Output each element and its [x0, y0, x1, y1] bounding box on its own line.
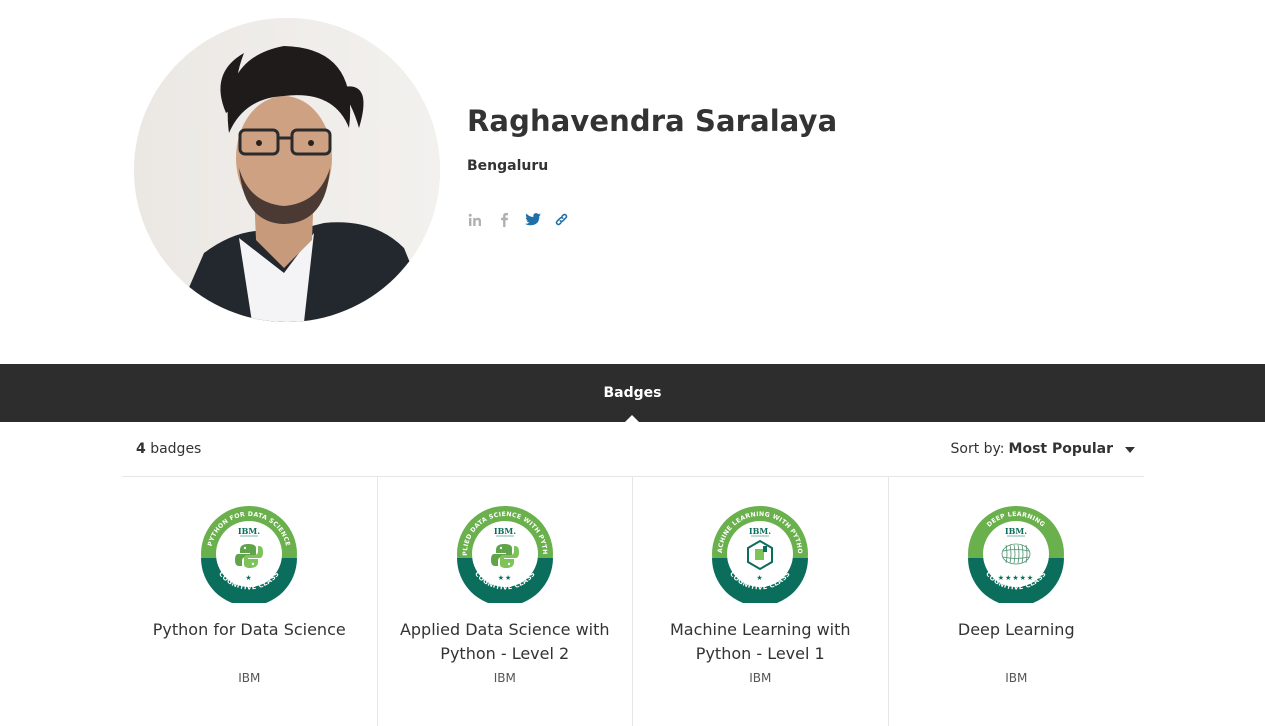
- badge-title[interactable]: Python for Data Science: [132, 618, 367, 642]
- badge-card[interactable]: DEEP LEARNING COGNITIVE CLASS IBM. ★★★★★ De…: [889, 477, 1145, 726]
- sort-label: Sort by:: [950, 441, 1005, 457]
- sort-value: Most Popular: [1008, 441, 1113, 457]
- badge-image: PYTHON FOR DATA SCIENCE COGNITIVE CLASS IB…: [200, 505, 298, 603]
- svg-text:★★: ★★: [497, 574, 512, 582]
- badge-image: APPLIED DATA SCIENCE WITH PYTHONCOGNITIV…: [456, 505, 554, 603]
- linkedin-icon[interactable]: [465, 210, 484, 229]
- profile-location: Bengaluru: [467, 158, 549, 174]
- svg-text:IBM.: IBM.: [494, 526, 516, 536]
- badge-count-number: 4: [136, 441, 146, 457]
- link-icon[interactable]: [552, 210, 571, 229]
- profile-photo: [134, 18, 440, 322]
- python-logo-icon: APPLIED DATA SCIENCE WITH PYTHONCOGNITIV…: [456, 505, 553, 603]
- badge-card[interactable]: APPLIED DATA SCIENCE WITH PYTHONCOGNITIV…: [378, 477, 633, 726]
- sort-dropdown[interactable]: Sort by: Most Popular: [950, 441, 1135, 457]
- badge-issuer: IBM: [749, 671, 772, 685]
- badge-title[interactable]: Deep Learning: [899, 618, 1135, 642]
- badge-issuer: IBM: [238, 671, 261, 685]
- svg-text:IBM.: IBM.: [1005, 526, 1027, 536]
- badge-issuer: IBM: [1005, 671, 1028, 685]
- avatar: [134, 18, 440, 322]
- ml-cube-icon: MACHINE LEARNING WITH PYTHONCOGNITIVE CL…: [711, 505, 809, 603]
- badge-count: 4 badges: [136, 441, 201, 457]
- svg-text:★★★★★: ★★★★★: [998, 574, 1034, 582]
- profile-name: Raghavendra Saralaya: [467, 104, 838, 138]
- badge-list-header: 4 badges Sort by: Most Popular: [0, 422, 1265, 478]
- python-logo-icon: PYTHON FOR DATA SCIENCECOGNITIVE CLASSIB…: [201, 506, 298, 603]
- tab-badges[interactable]: Badges: [0, 364, 1265, 422]
- badge-grid: PYTHON FOR DATA SCIENCE COGNITIVE CLASS IB…: [122, 477, 1144, 726]
- social-links: [465, 210, 571, 229]
- tab-bar: Badges: [0, 364, 1265, 423]
- badge-count-label: badges: [150, 441, 202, 457]
- badge-title[interactable]: Machine Learning with Python - Level 1: [643, 618, 878, 666]
- twitter-icon[interactable]: [523, 210, 542, 229]
- badge-issuer: IBM: [493, 671, 516, 685]
- svg-text:IBM.: IBM.: [749, 526, 771, 536]
- profile-header: Raghavendra Saralaya Bengaluru: [0, 0, 1265, 364]
- badge-card[interactable]: PYTHON FOR DATA SCIENCE COGNITIVE CLASS IB…: [122, 477, 378, 726]
- brain-icon: DEEP LEARNINGCOGNITIVE CLASSIBM.★★★★★: [968, 506, 1065, 603]
- svg-text:IBM.: IBM.: [238, 526, 260, 536]
- badge-card[interactable]: MACHINE LEARNING WITH PYTHONCOGNITIVE CL…: [633, 477, 889, 726]
- svg-text:★: ★: [757, 574, 764, 582]
- badge-title[interactable]: Applied Data Science with Python - Level…: [388, 618, 623, 666]
- chevron-down-icon: [1125, 447, 1135, 453]
- facebook-icon[interactable]: [494, 210, 513, 229]
- badge-image: DEEP LEARNING COGNITIVE CLASS IBM. ★★★★★: [967, 505, 1065, 603]
- badge-image: MACHINE LEARNING WITH PYTHONCOGNITIVE CL…: [711, 505, 809, 603]
- svg-text:★: ★: [246, 574, 253, 582]
